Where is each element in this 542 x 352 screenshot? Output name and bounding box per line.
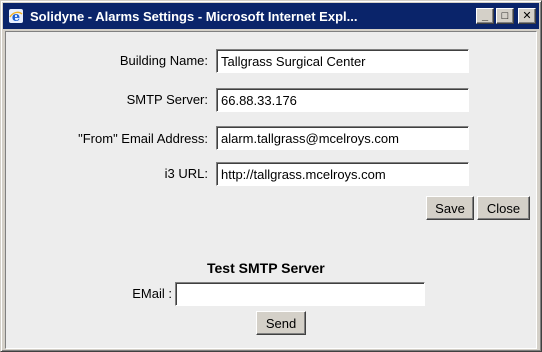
minimize-button[interactable]: _ bbox=[476, 8, 494, 24]
close-icon: ✕ bbox=[522, 9, 532, 22]
test-email-label: EMail : bbox=[132, 286, 172, 301]
window-controls: _ □ ✕ bbox=[476, 8, 536, 24]
internet-explorer-icon: e bbox=[7, 7, 25, 25]
smtp-server-field[interactable] bbox=[216, 88, 469, 112]
test-email-field[interactable] bbox=[175, 282, 425, 306]
page-content: Building Name: SMTP Server: "From" Email… bbox=[5, 31, 537, 349]
minimize-icon: _ bbox=[481, 9, 489, 22]
test-smtp-heading: Test SMTP Server bbox=[207, 260, 325, 276]
from-email-field[interactable] bbox=[216, 126, 469, 150]
send-button[interactable]: Send bbox=[256, 311, 306, 335]
title-bar[interactable]: e Solidyne - Alarms Settings - Microsoft… bbox=[3, 3, 539, 29]
close-button-label: Close bbox=[486, 200, 521, 216]
building-name-field[interactable] bbox=[216, 49, 469, 73]
from-email-label: "From" Email Address: bbox=[78, 131, 208, 146]
save-button[interactable]: Save bbox=[426, 196, 474, 220]
close-button[interactable]: Close bbox=[477, 196, 530, 220]
i3-url-label: i3 URL: bbox=[164, 166, 208, 181]
maximize-icon: □ bbox=[501, 9, 509, 22]
save-button-label: Save bbox=[435, 200, 465, 216]
browser-window: e Solidyne - Alarms Settings - Microsoft… bbox=[0, 0, 542, 352]
building-name-label: Building Name: bbox=[119, 53, 208, 68]
i3-url-field[interactable] bbox=[216, 162, 469, 186]
maximize-button[interactable]: □ bbox=[496, 8, 514, 24]
window-title: Solidyne - Alarms Settings - Microsoft I… bbox=[30, 8, 358, 24]
close-window-button[interactable]: ✕ bbox=[518, 8, 536, 24]
smtp-server-label: SMTP Server: bbox=[126, 92, 208, 107]
send-button-label: Send bbox=[265, 315, 297, 331]
